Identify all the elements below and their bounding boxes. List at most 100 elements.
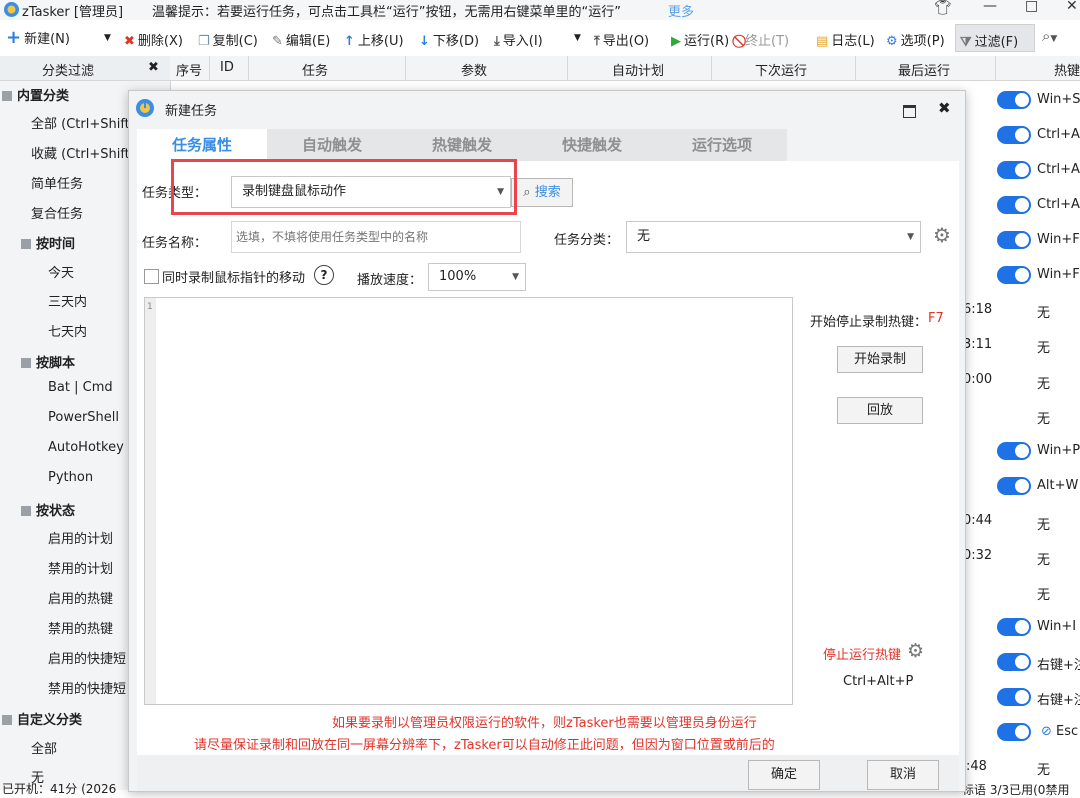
delete-button[interactable]: ✖ 删除(X) xyxy=(124,30,183,49)
tab-auto-trigger[interactable]: 自动触发 xyxy=(267,129,397,161)
tab-run-options[interactable]: 运行选项 xyxy=(657,129,787,161)
task-category-label: 任务分类： xyxy=(554,233,620,248)
sidebar-item-disabled-plan[interactable]: 禁用的计划 xyxy=(48,558,113,577)
import-button[interactable]: ⤓ 导入(I) xyxy=(494,30,543,49)
sidebar-group-by-time[interactable]: 按时间 xyxy=(21,233,75,252)
disabled-icon: ⊘ xyxy=(1041,724,1052,739)
export-label: 导出(O) xyxy=(602,34,650,49)
skin-icon[interactable]: 👕︎ xyxy=(934,0,952,16)
task-name-label: 任务名称： xyxy=(142,236,208,251)
options-button[interactable]: ⚙ 选项(P) xyxy=(886,30,945,49)
sidebar-item-enabled-hotkey[interactable]: 启用的热键 xyxy=(48,588,113,607)
edit-button[interactable]: ✎ 编辑(E) xyxy=(272,30,330,49)
task-category-select[interactable]: 无 ▼ xyxy=(626,221,921,253)
filter-button[interactable]: ⧩ 过滤(F) xyxy=(955,24,1035,52)
hotkey-toggle[interactable] xyxy=(997,442,1031,460)
hotkey-toggle[interactable] xyxy=(997,126,1031,144)
hotkey-toggle[interactable] xyxy=(997,653,1031,671)
sidebar-item-custom-all[interactable]: 全部 xyxy=(31,738,57,757)
script-editor[interactable]: 1 xyxy=(144,297,793,705)
column-header[interactable]: 下次运行 xyxy=(755,60,807,79)
cancel-button[interactable]: 取消 xyxy=(867,760,939,790)
hotkey-toggle[interactable] xyxy=(997,196,1031,214)
sidebar-item-favorites[interactable]: 收藏 (Ctrl+Shift xyxy=(31,143,130,162)
close-button[interactable]: ✕ xyxy=(1066,0,1078,14)
move-down-button[interactable]: ↓ 下移(D) xyxy=(419,30,479,49)
help-icon[interactable]: ? xyxy=(314,265,334,285)
new-button[interactable]: + 新建(N) xyxy=(6,27,70,48)
hotkey-cell: Win+S xyxy=(1037,92,1080,107)
tab-shortcut-trigger[interactable]: 快捷触发 xyxy=(527,129,657,161)
log-button[interactable]: ▤ 日志(L) xyxy=(816,30,875,49)
sidebar-item-powershell[interactable]: PowerShell xyxy=(48,410,119,425)
record-hotkey-value[interactable]: F7 xyxy=(928,311,944,326)
hotkey-cell: Ctrl+A xyxy=(1037,197,1080,212)
stop-run-hotkey-label: 停止运行热键 xyxy=(823,648,902,663)
column-header[interactable]: 参数 xyxy=(461,60,487,79)
hotkey-toggle[interactable] xyxy=(997,688,1031,706)
dialog-maximize-button[interactable] xyxy=(903,105,916,118)
tab-task-properties[interactable]: 任务属性 xyxy=(137,129,267,161)
move-up-button[interactable]: ↑ 上移(U) xyxy=(344,30,404,49)
gear-icon: ⚙ xyxy=(886,34,898,49)
gear-icon[interactable]: ⚙ xyxy=(933,223,951,247)
hotkey-toggle[interactable] xyxy=(997,618,1031,636)
column-header[interactable]: 自动计划 xyxy=(612,60,664,79)
sidebar-item-disabled-shortcut[interactable]: 禁用的快捷短 xyxy=(48,678,126,697)
sidebar-item-today[interactable]: 今天 xyxy=(48,262,74,281)
hotkey-toggle[interactable] xyxy=(997,723,1031,741)
sidebar-group-by-status[interactable]: 按状态 xyxy=(21,500,75,519)
sidebar-item-simple[interactable]: 简单任务 xyxy=(31,173,83,192)
gear-icon[interactable]: ⚙ xyxy=(907,640,924,662)
group-square-icon xyxy=(2,715,12,725)
filter-icon: ⧩ xyxy=(960,35,972,50)
admin-note: 如果要录制以管理员权限运行的软件，则zTasker也需要以管理员身份运行 xyxy=(332,716,757,731)
sidebar-item-complex[interactable]: 复合任务 xyxy=(31,203,83,222)
hotkey-toggle[interactable] xyxy=(997,266,1031,284)
search-button[interactable]: ⌕ 搜索 xyxy=(511,178,573,207)
dialog-close-button[interactable]: ✖ xyxy=(938,99,951,117)
sidebar-item-all[interactable]: 全部 (Ctrl+Shift xyxy=(31,113,130,132)
new-dropdown-arrow[interactable]: ▼ xyxy=(104,33,111,43)
speed-select[interactable]: 100% ▼ xyxy=(428,263,526,291)
sidebar-group-builtin[interactable]: 内置分类 xyxy=(2,85,69,104)
tab-hotkey-trigger[interactable]: 热键触发 xyxy=(397,129,527,161)
column-header[interactable]: 任务 xyxy=(302,60,328,79)
column-header[interactable]: 序号 xyxy=(176,60,202,79)
record-mouse-checkbox[interactable] xyxy=(144,269,159,284)
maximize-button[interactable]: □ xyxy=(1025,0,1038,14)
sidebar-item-seven-days[interactable]: 七天内 xyxy=(48,321,87,340)
task-name-input[interactable] xyxy=(231,221,521,253)
export-button[interactable]: ⤒ 导出(O) xyxy=(594,30,649,49)
line-number: 1 xyxy=(147,302,153,312)
sidebar-item-autohotkey[interactable]: AutoHotkey xyxy=(48,440,124,455)
import-dropdown-arrow[interactable]: ▼ xyxy=(574,33,581,43)
task-table-header: 序号 ID 任务 参数 自动计划 下次运行 最后运行 热键 xyxy=(170,56,1080,81)
column-header[interactable]: 热键 xyxy=(1054,60,1080,79)
sidebar-item-enabled-plan[interactable]: 启用的计划 xyxy=(48,528,113,547)
start-record-button[interactable]: 开始录制 xyxy=(837,346,923,373)
sidebar-item-bat[interactable]: Bat | Cmd xyxy=(48,380,113,395)
hotkey-toggle[interactable] xyxy=(997,91,1031,109)
hotkey-toggle[interactable] xyxy=(997,477,1031,495)
stop-run-hotkey-value[interactable]: Ctrl+Alt+P xyxy=(843,674,913,689)
search-label: 搜索 xyxy=(534,185,561,200)
copy-button[interactable]: ❐ 复制(C) xyxy=(198,30,258,49)
column-header[interactable]: ID xyxy=(220,60,234,75)
playback-button[interactable]: 回放 xyxy=(837,397,923,424)
sidebar-item-disabled-hotkey[interactable]: 禁用的热键 xyxy=(48,618,113,637)
hotkey-toggle[interactable] xyxy=(997,161,1031,179)
more-link[interactable]: 更多 xyxy=(668,1,694,20)
minimize-button[interactable]: — xyxy=(983,0,997,14)
hotkey-toggle[interactable] xyxy=(997,231,1031,249)
column-header[interactable]: 最后运行 xyxy=(898,60,950,79)
run-button[interactable]: ▶ 运行(R) xyxy=(671,30,729,49)
sidebar-item-enabled-shortcut[interactable]: 启用的快捷短 xyxy=(48,648,126,667)
search-toggle-icon[interactable]: ⌕▼ xyxy=(1042,27,1057,45)
sidebar-group-by-script[interactable]: 按脚本 xyxy=(21,352,75,371)
ok-button[interactable]: 确定 xyxy=(748,760,820,790)
sidebar-item-three-days[interactable]: 三天内 xyxy=(48,291,87,310)
sidebar-group-custom[interactable]: 自定义分类 xyxy=(2,709,82,728)
close-icon[interactable]: ✖ xyxy=(148,60,159,75)
sidebar-item-python[interactable]: Python xyxy=(48,470,93,485)
